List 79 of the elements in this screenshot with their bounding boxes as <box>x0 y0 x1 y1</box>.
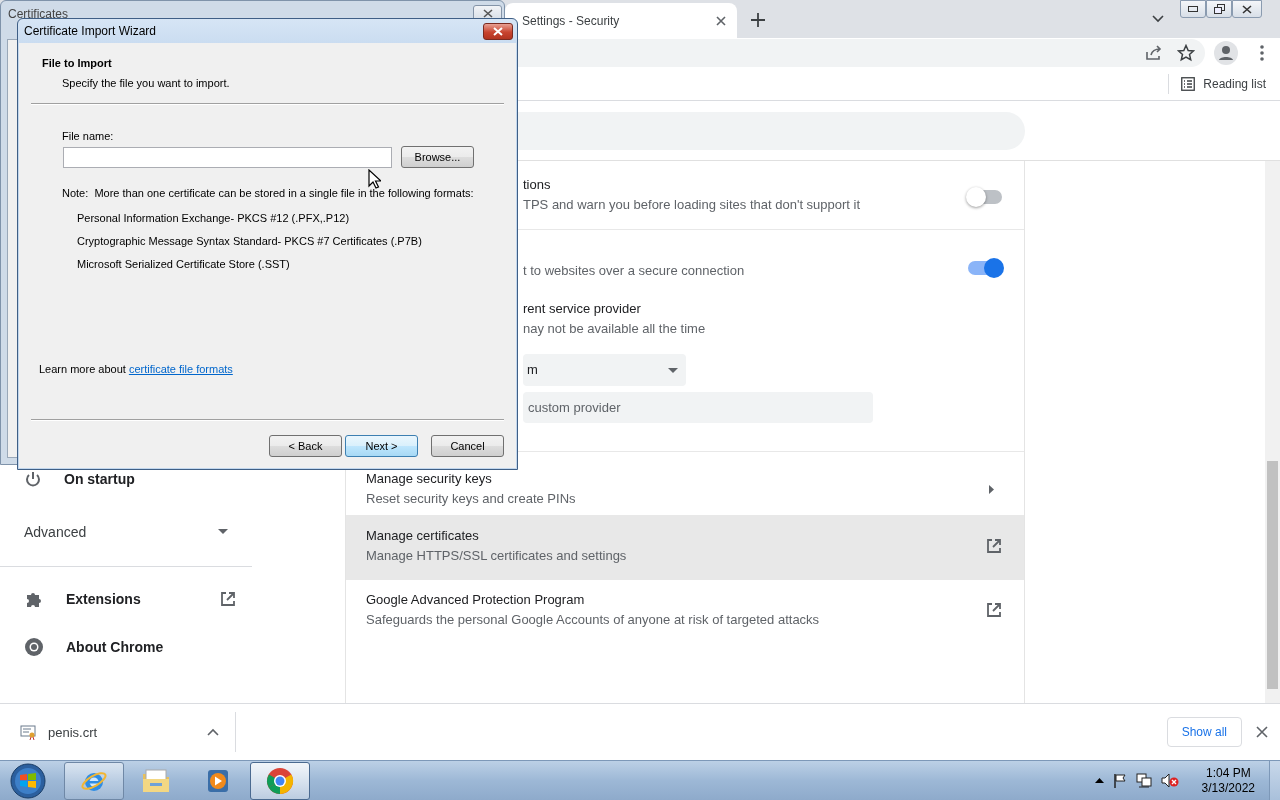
close-button[interactable] <box>1232 0 1262 18</box>
show-all-button[interactable]: Show all <box>1166 717 1242 747</box>
share-icon[interactable] <box>1145 45 1163 61</box>
more-options-icon[interactable] <box>1260 45 1264 61</box>
external-link-icon <box>986 538 1002 554</box>
window-title: Certificates <box>8 7 70 21</box>
field-label: File name: <box>62 130 115 142</box>
minimize-icon <box>1188 6 1198 12</box>
option-title: rent service provider <box>523 300 642 318</box>
browser-logo-icon <box>24 637 44 657</box>
close-icon <box>482 9 493 18</box>
clock[interactable]: 1:04 PM 3/13/2022 <box>1195 765 1261 796</box>
restore-icon <box>1213 4 1225 14</box>
format-item: Personal Information Exchange- PKCS #12 (.PFX,.P12) <box>77 212 351 224</box>
setting-description: Manage HTTPS/SSL certificates and settings <box>366 547 628 565</box>
play-icon <box>205 767 231 794</box>
external-link-icon <box>986 602 1002 618</box>
download-item[interactable]: penis.crt <box>0 712 236 752</box>
close-icon[interactable] <box>715 14 727 27</box>
caret-icon <box>668 367 678 373</box>
note-text: Note: More than one certificate can be stored in a single file in the following formats: <box>62 187 475 199</box>
taskbar-app-button[interactable] <box>64 761 124 800</box>
file-name-field[interactable] <box>63 146 392 168</box>
power-icon <box>24 470 42 488</box>
setting-title: tions <box>523 176 552 194</box>
taskbar-app-button[interactable] <box>250 761 310 800</box>
custom-provider-field[interactable]: custom provider <box>523 392 873 423</box>
step-heading: File to Import <box>42 57 113 69</box>
external-link-icon <box>220 591 236 607</box>
browser-tab[interactable]: Settings - Security <box>505 3 737 38</box>
caret-right-icon <box>989 485 994 494</box>
caret-up-icon[interactable] <box>1094 778 1104 783</box>
wizard-button[interactable]: Next > <box>345 435 418 457</box>
browser-icon <box>266 766 294 795</box>
close-icon <box>1242 4 1252 14</box>
close-button[interactable] <box>483 22 513 40</box>
chevron-up-icon[interactable] <box>207 728 219 736</box>
mouse-pointer-icon <box>368 169 381 189</box>
setting-description: Reset security keys and create PINs <box>366 490 577 508</box>
minimize-button[interactable] <box>1180 0 1206 18</box>
sidebar-section[interactable]: Advanced <box>0 503 252 567</box>
profile-avatar-icon[interactable] <box>1214 41 1238 65</box>
sidebar-item[interactable]: Extensions <box>0 575 252 623</box>
help-link[interactable]: certificate file formats <box>128 363 233 375</box>
new-tab-icon[interactable] <box>751 13 765 27</box>
toggle-switch[interactable] <box>968 261 1002 275</box>
star-icon[interactable] <box>1177 44 1195 62</box>
reading-list-button[interactable]: Reading list <box>1181 77 1266 91</box>
setting-row[interactable]: Google Advanced Protection Program Safeguards the personal Google Accounts of anyone at risk of targeted attacks <box>346 579 1024 643</box>
flag-icon[interactable] <box>1112 773 1127 788</box>
toggle-switch[interactable] <box>968 190 1002 204</box>
step-subheading: Specify the file you want to import. <box>62 77 231 89</box>
provider-dropdown[interactable]: m <box>523 354 686 386</box>
setting-title: Manage security keys <box>366 470 493 488</box>
learn-more-text: Learn more about certificate file formats <box>39 363 234 375</box>
certificate-file-icon <box>20 724 36 740</box>
chevron-down-icon[interactable] <box>1152 15 1164 23</box>
setting-description: Safeguards the personal Google Accounts of anyone at risk of targeted attacks <box>366 611 821 629</box>
setting-title: Manage certificates <box>366 527 480 545</box>
sidebar-item[interactable]: About Chrome <box>0 623 252 671</box>
window-title: Certificate Import Wizard <box>24 24 158 38</box>
restore-button[interactable] <box>1206 0 1232 18</box>
option-description: nay not be available all the time <box>523 320 707 338</box>
start-orb-icon <box>10 762 46 799</box>
format-item: Microsoft Serialized Certificate Store (.SST) <box>77 258 291 270</box>
close-icon <box>493 26 503 36</box>
setting-description: TPS and warn you before loading sites that don't support it <box>523 196 862 214</box>
list-icon <box>1181 77 1196 91</box>
setting-row[interactable]: Manage certificates Manage HTTPS/SSL certificates and settings <box>346 515 1024 579</box>
setting-title: Google Advanced Protection Program <box>366 591 586 609</box>
folder-icon <box>141 767 171 794</box>
volume-muted-icon[interactable] <box>1160 773 1179 788</box>
setting-description: t to websites over a secure connection <box>523 262 746 280</box>
format-item: Cryptographic Message Syntax Standard- PKCS #7 Certificates (.P7B) <box>77 235 423 247</box>
wizard-button[interactable]: < Back <box>269 435 342 457</box>
network-icon[interactable] <box>1135 773 1152 788</box>
browse-button[interactable]: Browse... <box>401 146 474 168</box>
wizard-button[interactable]: Cancel <box>431 435 504 457</box>
close-icon[interactable] <box>1256 726 1268 738</box>
